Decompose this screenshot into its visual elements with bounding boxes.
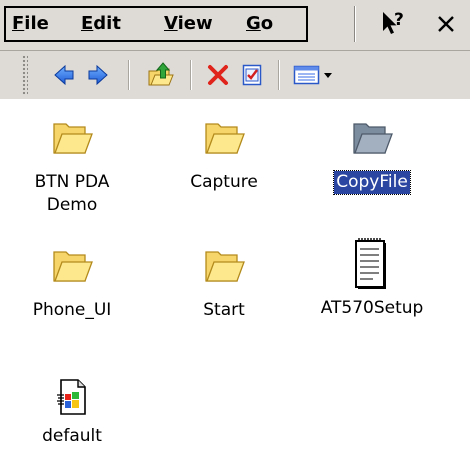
svg-text:?: ? xyxy=(394,10,404,30)
menu-file-accel: F xyxy=(12,13,25,34)
file-item-start[interactable]: Start xyxy=(164,243,284,322)
arrow-left-icon xyxy=(54,64,74,86)
file-item-phone-ui[interactable]: Phone_UI xyxy=(12,243,132,322)
toolbar-grip[interactable] xyxy=(22,55,28,95)
menu-view-label: iew xyxy=(177,13,213,34)
menu-file[interactable]: File xyxy=(12,13,49,34)
file-item-at570setup[interactable]: AT570Setup xyxy=(312,237,432,320)
back-button[interactable] xyxy=(48,59,80,91)
up-folder-button[interactable] xyxy=(145,59,177,91)
folder-selected-icon xyxy=(353,123,393,154)
menu-box: File Edit View Go xyxy=(4,6,308,42)
menu-view-accel: V xyxy=(164,13,178,34)
toolbar-separator xyxy=(190,60,191,90)
folder-icon xyxy=(53,251,93,282)
menu-edit-label: dit xyxy=(93,13,121,34)
delete-button[interactable] xyxy=(202,59,234,91)
view-details-icon xyxy=(293,65,332,85)
arrow-right-icon xyxy=(88,64,108,86)
menu-go-label: o xyxy=(260,13,274,34)
word-document-icon xyxy=(57,379,86,415)
properties-check-icon xyxy=(242,64,262,86)
menu-view[interactable]: View xyxy=(164,13,213,34)
toolbar-separator xyxy=(128,60,129,90)
forward-button[interactable] xyxy=(82,59,114,91)
folder-icon xyxy=(53,123,93,154)
menu-edit-accel: E xyxy=(81,13,94,34)
close-button[interactable] xyxy=(428,6,464,42)
menu-bar: File Edit View Go ? xyxy=(0,0,470,51)
menu-file-label: ile xyxy=(24,13,49,34)
file-item-copyfile[interactable]: CopyFile xyxy=(312,115,432,195)
properties-button[interactable] xyxy=(236,59,268,91)
file-item-btn-pda-demo[interactable]: BTN PDA Demo xyxy=(12,115,132,217)
file-item-capture[interactable]: Capture xyxy=(164,115,284,194)
file-label-line1: BTN PDA xyxy=(34,172,110,192)
file-label: Start xyxy=(203,300,245,320)
view-menu-button[interactable] xyxy=(290,59,338,91)
toolbar xyxy=(0,51,470,99)
menu-edit[interactable]: Edit xyxy=(81,13,121,34)
file-label: AT570Setup xyxy=(320,298,424,318)
help-button[interactable]: ? xyxy=(376,6,412,42)
file-label: BTN PDA Demo xyxy=(33,171,112,217)
menu-go-accel: G xyxy=(246,13,261,34)
file-label-line2: Demo xyxy=(46,195,98,215)
toolbar-separator xyxy=(278,60,279,90)
text-document-icon xyxy=(355,238,386,289)
file-label: Capture xyxy=(190,172,258,192)
file-label-selected: CopyFile xyxy=(333,170,411,195)
menu-go[interactable]: Go xyxy=(246,13,273,34)
menubar-separator xyxy=(354,6,355,42)
help-pointer-icon: ? xyxy=(383,10,404,34)
file-label: default xyxy=(42,426,102,446)
folder-up-icon xyxy=(148,62,174,86)
folder-icon xyxy=(205,251,245,282)
close-icon xyxy=(438,16,454,32)
file-item-default[interactable]: default xyxy=(12,377,132,448)
file-label: Phone_UI xyxy=(32,300,112,320)
folder-icon xyxy=(205,123,245,154)
delete-x-icon xyxy=(208,65,228,85)
